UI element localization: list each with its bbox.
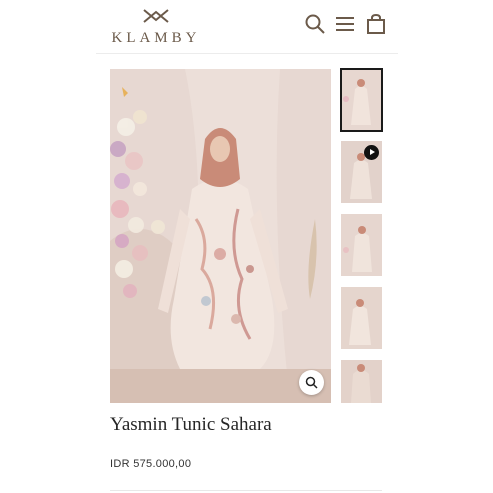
- site-header: KLAMBY: [0, 0, 493, 54]
- brand-name: KLAMBY: [111, 30, 201, 46]
- header-divider: [96, 53, 398, 54]
- thumbnail-photo: [341, 214, 382, 276]
- section-divider: [110, 490, 382, 491]
- gallery-thumbnail[interactable]: [341, 287, 382, 349]
- thumbnail-photo: [341, 360, 382, 403]
- product-title: Yasmin Tunic Sahara: [110, 414, 272, 435]
- brand-logo[interactable]: KLAMBY: [104, 8, 208, 48]
- zoom-icon: [305, 376, 318, 389]
- gallery-thumbnail[interactable]: [340, 68, 383, 132]
- gallery-thumbnail[interactable]: [341, 360, 382, 403]
- logo-mark-icon: [143, 9, 169, 23]
- menu-icon: [336, 17, 354, 31]
- play-icon: [364, 145, 379, 160]
- menu-button[interactable]: [333, 12, 357, 36]
- product-price: IDR 575.000,00: [110, 458, 192, 470]
- search-icon: [305, 14, 325, 34]
- gallery-thumbnail-video[interactable]: [341, 141, 382, 203]
- zoom-button[interactable]: [299, 370, 324, 395]
- cart-button[interactable]: [364, 12, 388, 36]
- thumbnail-photo: [341, 287, 382, 349]
- search-button[interactable]: [303, 12, 327, 36]
- cart-icon: [367, 13, 385, 34]
- thumbnail-photo: [341, 69, 382, 131]
- product-main-image[interactable]: [110, 69, 331, 403]
- product-photo: [110, 69, 331, 403]
- gallery-thumbnail[interactable]: [341, 214, 382, 276]
